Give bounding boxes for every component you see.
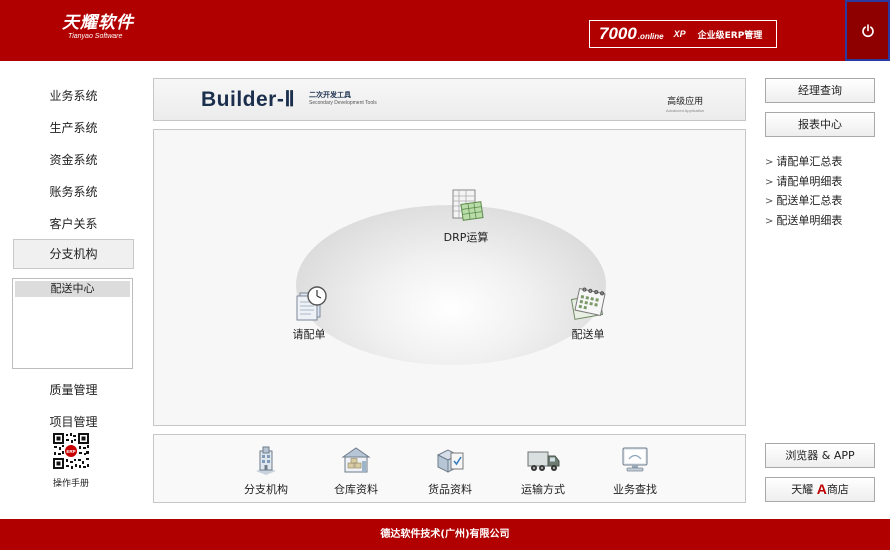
node-request-order[interactable]: 请配单: [279, 285, 339, 342]
advanced-en: Advanced Application: [666, 108, 705, 113]
node-delivery-order[interactable]: 配送单: [558, 285, 618, 342]
manager-query-button[interactable]: 经理查询: [765, 78, 875, 103]
company-name: 德达软件技术(广州)有限公司: [380, 529, 510, 540]
product-online: .online: [637, 32, 664, 41]
logo-title: 天耀软件: [62, 13, 134, 33]
tool-goods[interactable]: 货品资料: [415, 445, 485, 497]
footer-bar: 德达软件技术(广州)有限公司: [0, 519, 890, 550]
builder-subtitle-cn: 二次开发工具: [309, 91, 351, 99]
workflow-panel: DRP运算 请配单 配送单: [153, 129, 746, 426]
logo-subtitle: Tianyao Software: [68, 33, 123, 40]
tool-label: 运输方式: [521, 483, 565, 496]
builder-subtitle: 二次开发工具 Secondary Development Tools: [309, 91, 377, 107]
tool-transport[interactable]: 运输方式: [508, 445, 578, 497]
nav-item-production[interactable]: 生产系统: [13, 119, 134, 136]
report-link-request-summary[interactable]: > 请配单汇总表: [765, 152, 842, 172]
app-store-button[interactable]: 天耀 A商店: [765, 477, 875, 502]
report-link-label: 请配单明细表: [776, 174, 843, 188]
warehouse-icon: [341, 447, 371, 473]
brand-logo: 天耀软件 Tianyao Software: [62, 14, 134, 41]
builder-subtitle-en: Secondary Development Tools: [309, 100, 377, 106]
monitor-search-icon: [622, 447, 648, 472]
advanced-cn: 高级应用: [667, 97, 704, 107]
nav-item-quality[interactable]: 质量管理: [13, 381, 134, 398]
clock-document-icon: [296, 286, 327, 321]
report-link-label: 请配单汇总表: [776, 155, 843, 168]
tool-label: 货品资料: [428, 483, 472, 496]
builder-banner: Builder-Ⅱ 二次开发工具 Secondary Development T…: [153, 78, 746, 121]
product-badge: 7000 .online XP 企业级ERP管理: [589, 20, 777, 48]
store-suffix: 商店: [826, 483, 849, 496]
report-link-delivery-detail[interactable]: > 配送单明细表: [765, 211, 842, 231]
truck-icon: [527, 451, 560, 471]
nav-sub-panel: 配送中心: [12, 278, 133, 369]
app-window: 天耀软件 Tianyao Software 7000 .online XP 企业…: [0, 0, 890, 550]
report-link-request-detail[interactable]: > 请配单明细表: [765, 172, 842, 192]
power-button[interactable]: [845, 0, 890, 61]
product-number: 7000: [599, 24, 637, 43]
nav-item-accounting[interactable]: 账务系统: [13, 183, 134, 200]
node-label: 配送单: [571, 328, 605, 341]
nav-sub-item-distribution-center[interactable]: 配送中心: [15, 281, 130, 297]
tool-label: 分支机构: [244, 483, 288, 496]
store-prefix: 天耀: [791, 483, 814, 496]
power-icon: [861, 23, 874, 37]
browser-app-button[interactable]: 浏览器 & APP: [765, 443, 875, 468]
calendar-document-icon: [570, 287, 606, 320]
report-link-delivery-summary[interactable]: > 配送单汇总表: [765, 191, 842, 211]
goods-box-icon: [436, 449, 464, 473]
nav-item-project[interactable]: 项目管理: [13, 413, 134, 430]
chevron-right-icon: >: [765, 196, 774, 207]
report-link-label: 配送单汇总表: [776, 194, 843, 207]
chevron-right-icon: >: [765, 157, 774, 168]
node-drp-calculation[interactable]: DRP运算: [436, 188, 496, 245]
store-a-logo-icon: A: [816, 481, 827, 497]
product-xp: XP: [673, 29, 686, 39]
nav-item-branch-selected[interactable]: 分支机构: [13, 239, 134, 269]
report-link-label: 配送单明细表: [776, 213, 843, 227]
spreadsheet-icon: [452, 189, 484, 221]
tool-label: 业务查找: [613, 483, 657, 496]
builder-title: Builder-Ⅱ: [201, 88, 296, 111]
tool-warehouse[interactable]: 仓库资料: [321, 445, 391, 497]
chevron-right-icon: >: [765, 176, 774, 188]
advanced-application[interactable]: 高级应用 Advanced Application: [666, 97, 704, 114]
report-links: > 请配单汇总表 > 请配单明细表 > 配送单汇总表 > 配送单明细表: [765, 152, 842, 230]
branch-building-icon: [256, 446, 276, 475]
header-bar: 天耀软件 Tianyao Software 7000 .online XP 企业…: [0, 0, 890, 61]
node-label: 请配单: [292, 328, 326, 341]
chevron-right-icon: >: [765, 215, 774, 227]
qr-badge-text: ERP: [66, 449, 75, 454]
bottom-toolbar: 分支机构 仓库资料 货品资料 运输方式 业务查找: [153, 434, 746, 503]
nav-item-business[interactable]: 业务系统: [13, 87, 134, 104]
manual-label[interactable]: 操作手册: [42, 476, 100, 489]
tool-label: 仓库资料: [334, 483, 378, 496]
product-description: 企业级ERP管理: [697, 30, 763, 41]
nav-item-finance[interactable]: 资金系统: [13, 151, 134, 168]
nav-item-crm[interactable]: 客户关系: [13, 215, 134, 232]
tool-branch[interactable]: 分支机构: [231, 445, 301, 497]
qr-code-icon[interactable]: ERP: [52, 432, 90, 470]
tool-business-search[interactable]: 业务查找: [600, 445, 670, 497]
report-center-button[interactable]: 报表中心: [765, 112, 875, 137]
node-label: DRP运算: [443, 231, 489, 244]
